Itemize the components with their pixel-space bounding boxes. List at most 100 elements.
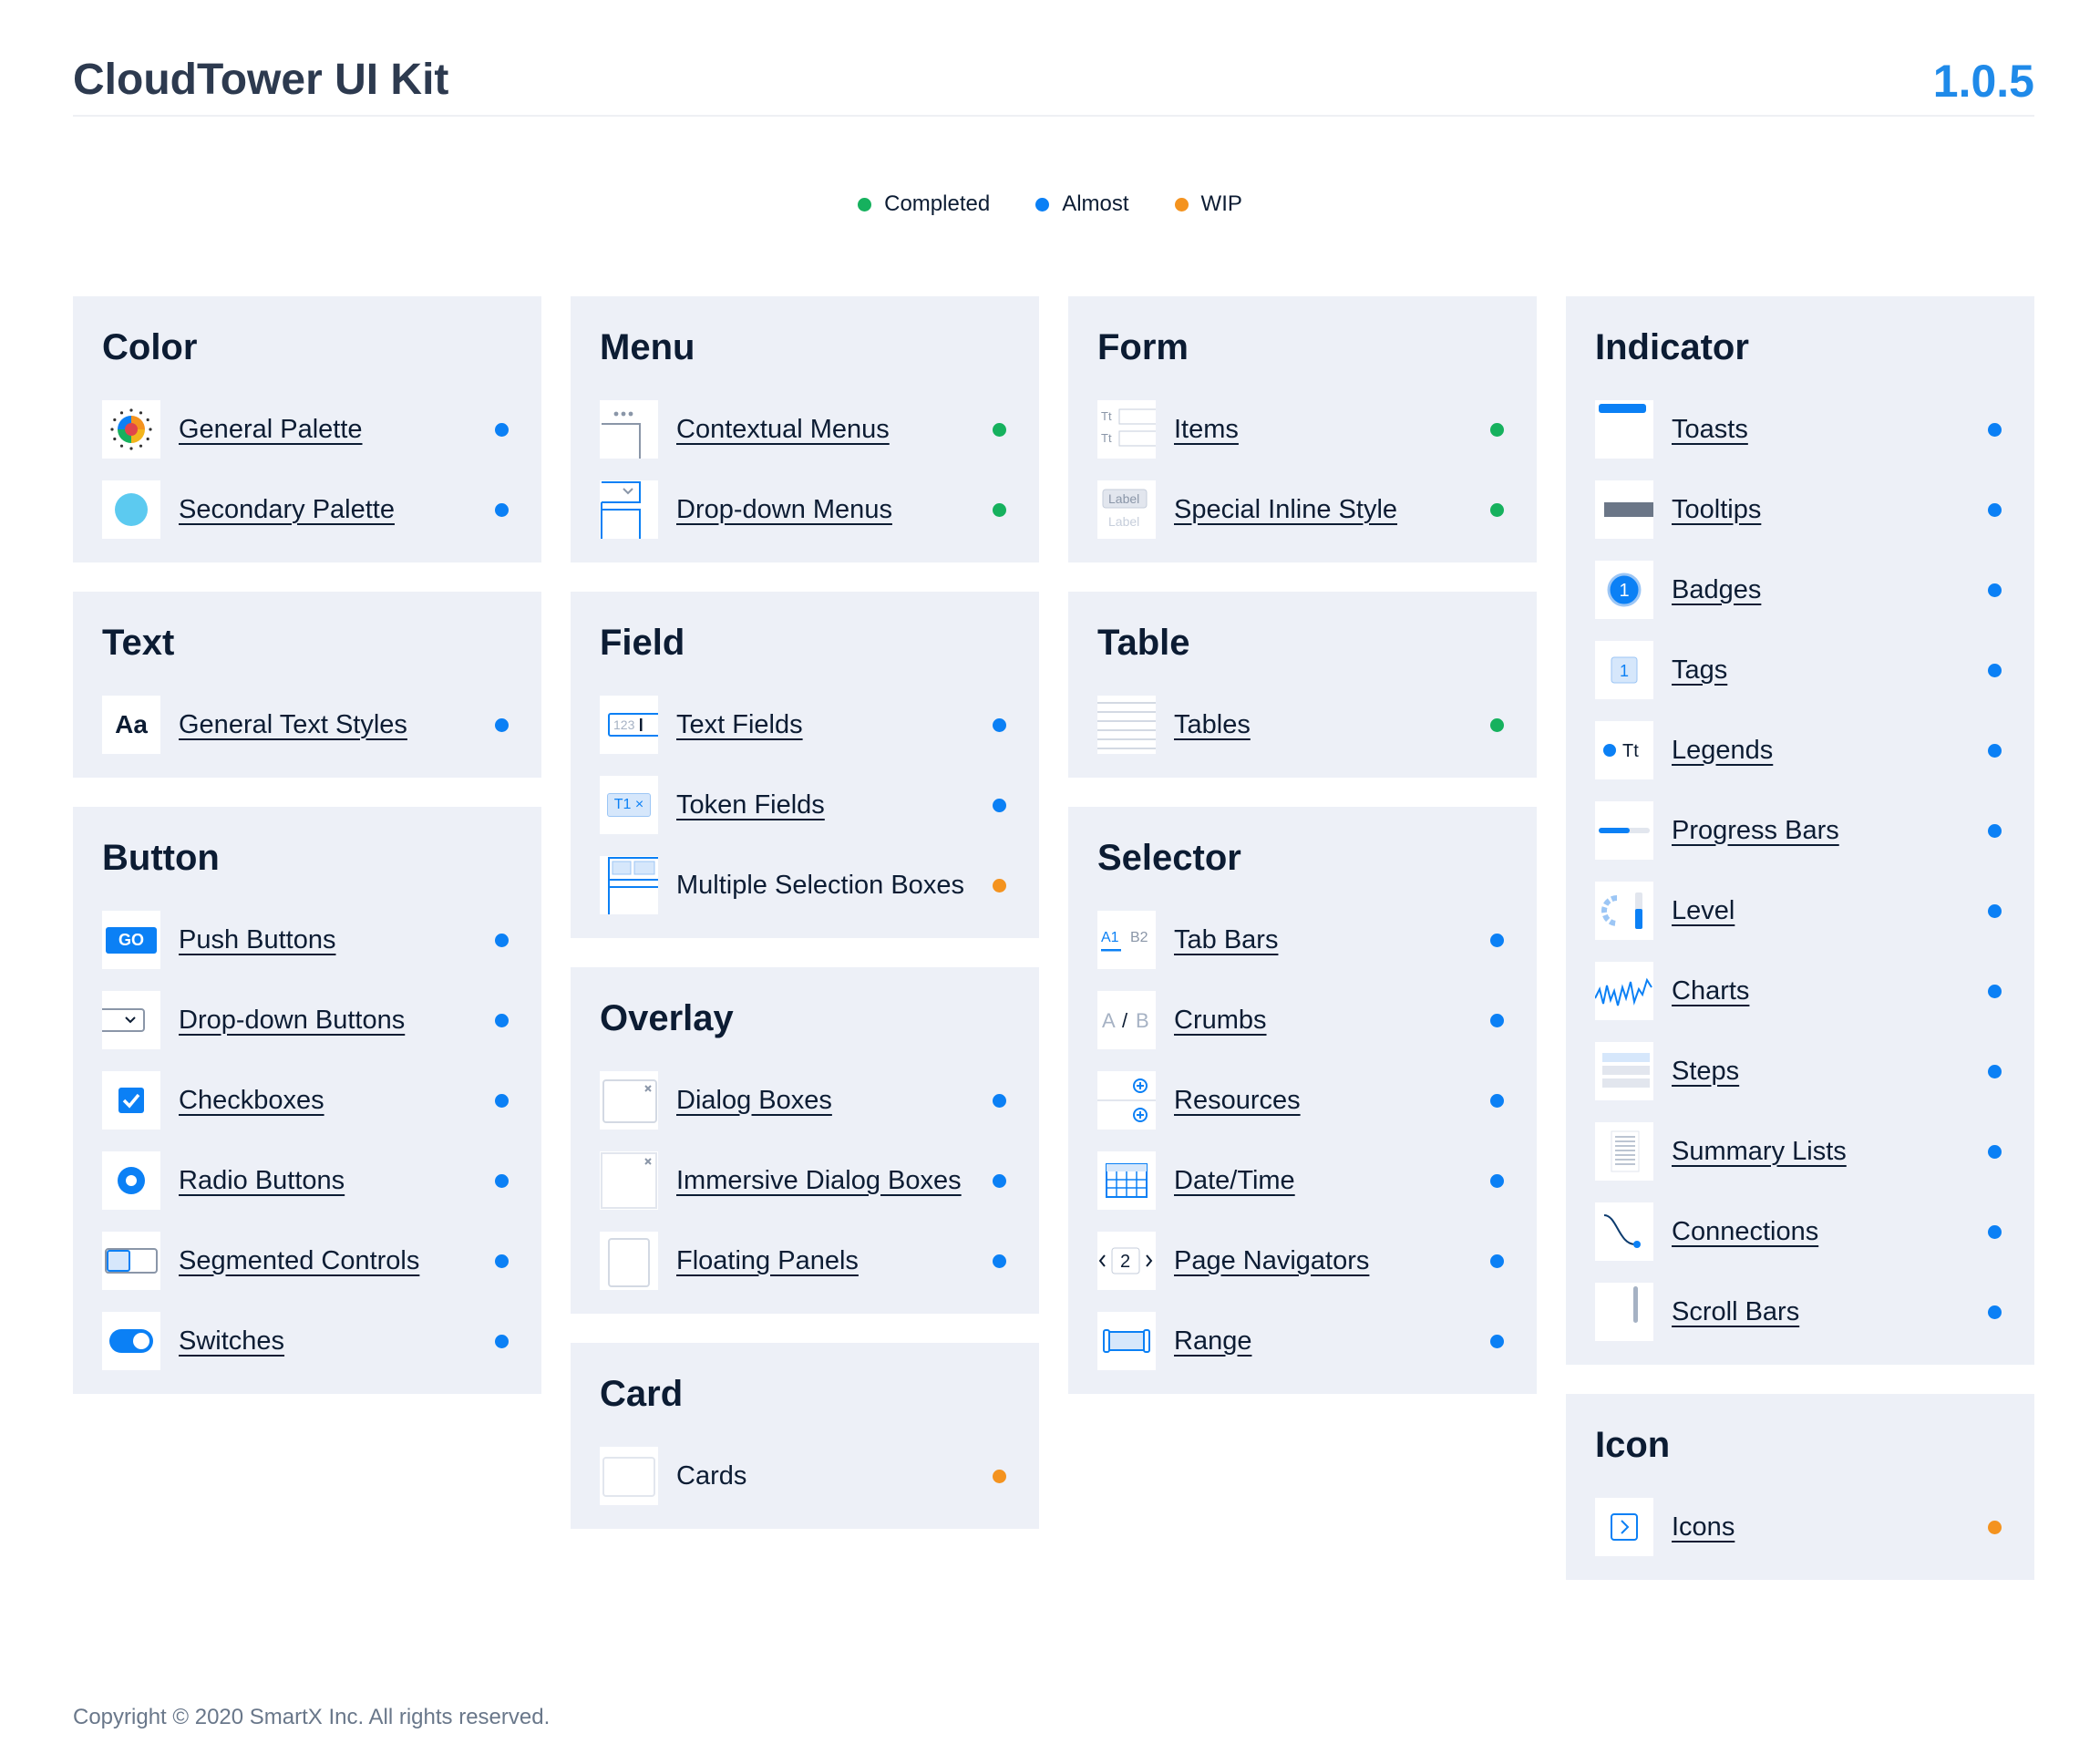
component-link[interactable]: Resources <box>1174 1086 1490 1116</box>
component-link[interactable]: Special Inline Style <box>1174 495 1490 525</box>
component-link[interactable]: General Palette <box>179 415 495 445</box>
component-link[interactable]: Charts <box>1672 976 1988 1006</box>
component-item-items[interactable]: Tt Tt Items <box>1097 400 1508 459</box>
component-item-special-inline-style[interactable]: Label Label Special Inline Style <box>1097 480 1508 539</box>
card-title: Color <box>102 327 198 367</box>
component-item-range[interactable]: Range <box>1097 1312 1508 1370</box>
status-dot-icon <box>1988 823 2002 838</box>
component-item-drop-down-menus[interactable]: Drop-down Menus <box>600 480 1010 539</box>
resources-icon <box>1097 1071 1156 1130</box>
component-item-tooltips[interactable]: Tooltips <box>1595 480 2005 539</box>
component-link[interactable]: Floating Panels <box>676 1246 993 1276</box>
component-item-connections[interactable]: Connections <box>1595 1202 2005 1261</box>
component-item-floating-panels[interactable]: Floating Panels <box>600 1232 1010 1290</box>
component-link[interactable]: Icons <box>1672 1512 1988 1542</box>
component-item-token-fields[interactable]: T1 × Token Fields <box>600 776 1010 834</box>
component-link[interactable]: General Text Styles <box>179 710 495 740</box>
component-link[interactable]: Level <box>1672 896 1988 926</box>
component-link[interactable]: Tags <box>1672 655 1988 686</box>
component-link[interactable]: Segmented Controls <box>179 1246 495 1276</box>
component-item-drop-down-buttons[interactable]: Drop-down Buttons <box>102 991 512 1049</box>
component-link[interactable]: Tab Bars <box>1174 925 1490 955</box>
component-item-legends[interactable]: Tt Legends <box>1595 721 2005 779</box>
status-dot-icon <box>1490 1093 1504 1108</box>
component-link[interactable]: Dialog Boxes <box>676 1086 993 1116</box>
level-icon <box>1595 882 1653 940</box>
component-item-summary-lists[interactable]: Summary Lists <box>1595 1122 2005 1181</box>
tab-bar-icon: A1 B2 <box>1097 911 1156 969</box>
component-item-level[interactable]: Level <box>1595 882 2005 940</box>
component-item-dialog-boxes[interactable]: Dialog Boxes <box>600 1071 1010 1130</box>
component-link[interactable]: Token Fields <box>676 790 993 820</box>
card-form: Form Tt Tt Items Label Label Special Inline St… <box>1068 296 1537 562</box>
status-dot-icon <box>993 717 1006 732</box>
component-link[interactable]: Contextual Menus <box>676 415 993 445</box>
component-item-contextual-menus[interactable]: Contextual Menus <box>600 400 1010 459</box>
component-item-scroll-bars[interactable]: Scroll Bars <box>1595 1283 2005 1341</box>
component-item-progress-bars[interactable]: Progress Bars <box>1595 801 2005 860</box>
legend-label: WIP <box>1200 191 1242 216</box>
component-link[interactable]: Legends <box>1672 736 1988 766</box>
component-item-text-fields[interactable]: 123 Text Fields <box>600 696 1010 754</box>
component-item-badges[interactable]: 1 Badges <box>1595 561 2005 619</box>
component-link[interactable]: Summary Lists <box>1672 1137 1988 1167</box>
status-dot-icon <box>1988 1224 2002 1239</box>
component-link[interactable]: Toasts <box>1672 415 1988 445</box>
component-link[interactable]: Page Navigators <box>1174 1246 1490 1276</box>
legend-label: Almost <box>1062 191 1129 216</box>
component-link[interactable]: Secondary Palette <box>179 495 495 525</box>
component-link[interactable]: Date/Time <box>1174 1166 1490 1196</box>
component-item-general-text-styles[interactable]: Aa General Text Styles <box>102 696 512 754</box>
component-link[interactable]: Steps <box>1672 1057 1988 1087</box>
component-item-page-navigators[interactable]: 2 Page Navigators <box>1097 1232 1508 1290</box>
status-dot-icon <box>495 502 509 517</box>
status-legend: Completed Almost WIP <box>0 191 2100 217</box>
component-item-toasts[interactable]: Toasts <box>1595 400 2005 459</box>
component-link[interactable]: Range <box>1174 1326 1490 1357</box>
component-item-resources[interactable]: Resources <box>1097 1071 1508 1130</box>
component-item-crumbs[interactable]: A / B Crumbs <box>1097 991 1508 1049</box>
component-label: Cards <box>676 1460 747 1491</box>
component-item-steps[interactable]: Steps <box>1595 1042 2005 1100</box>
component-link[interactable]: Radio Buttons <box>179 1166 495 1196</box>
component-link[interactable]: Tables <box>1174 710 1490 740</box>
component-link[interactable]: Text Fields <box>676 710 993 740</box>
component-item-tags[interactable]: 1 Tags <box>1595 641 2005 699</box>
component-item-icons[interactable]: Icons <box>1595 1498 2005 1556</box>
status-dot-icon <box>1988 583 2002 597</box>
component-link[interactable]: Drop-down Buttons <box>179 1006 495 1036</box>
tag-icon: 1 <box>1595 641 1653 699</box>
component-item-push-buttons[interactable]: GO Push Buttons <box>102 911 512 969</box>
component-link[interactable]: Drop-down Menus <box>676 495 993 525</box>
component-link[interactable]: Items <box>1174 415 1490 445</box>
component-item-checkboxes[interactable]: Checkboxes <box>102 1071 512 1130</box>
component-item-charts[interactable]: Charts <box>1595 962 2005 1020</box>
component-link[interactable]: Crumbs <box>1174 1006 1490 1036</box>
component-item-tab-bars[interactable]: A1 B2 Tab Bars <box>1097 911 1508 969</box>
component-item-date-time[interactable]: Date/Time <box>1097 1151 1508 1210</box>
component-link[interactable]: Checkboxes <box>179 1086 495 1116</box>
component-item-switches[interactable]: Switches <box>102 1312 512 1370</box>
scrollbar-icon <box>1595 1283 1653 1341</box>
component-link[interactable]: Progress Bars <box>1672 816 1988 846</box>
card-title: Card <box>600 1374 684 1414</box>
status-dot-icon <box>1988 422 2002 437</box>
component-item-immersive-dialog-boxes[interactable]: Immersive Dialog Boxes <box>600 1151 1010 1210</box>
component-item-general-palette[interactable]: General Palette <box>102 400 512 459</box>
svg-text:Tt: Tt <box>1101 431 1112 445</box>
component-link[interactable]: Connections <box>1672 1217 1988 1247</box>
card-color: Color General Palette Secondary Palette <box>73 296 541 562</box>
component-item-secondary-palette[interactable]: Secondary Palette <box>102 480 512 539</box>
component-link[interactable]: Switches <box>179 1326 495 1357</box>
component-link[interactable]: Badges <box>1672 575 1988 605</box>
component-link[interactable]: Scroll Bars <box>1672 1297 1988 1327</box>
component-item-radio-buttons[interactable]: Radio Buttons <box>102 1151 512 1210</box>
component-item-tables[interactable]: Tables <box>1097 696 1508 754</box>
column-1: Color General Palette Secondary Palette Te… <box>73 296 541 1423</box>
component-link[interactable]: Immersive Dialog Boxes <box>676 1166 993 1196</box>
component-link[interactable]: Push Buttons <box>179 925 495 955</box>
svg-text:A: A <box>1102 1009 1116 1032</box>
component-link[interactable]: Tooltips <box>1672 495 1988 525</box>
component-item-segmented-controls[interactable]: Segmented Controls <box>102 1232 512 1290</box>
status-dot-icon <box>1988 903 2002 918</box>
